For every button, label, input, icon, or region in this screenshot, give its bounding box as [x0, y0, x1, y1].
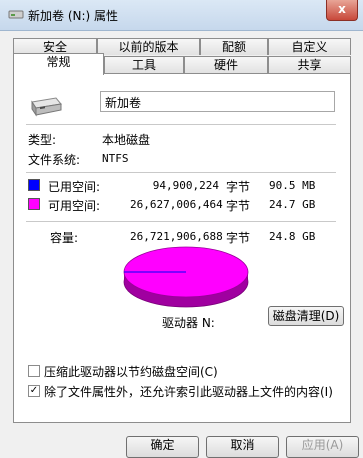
free-space-swatch	[28, 198, 40, 210]
filesystem-label: 文件系统:	[28, 153, 81, 167]
type-label: 类型:	[28, 133, 57, 147]
divider	[26, 221, 336, 222]
compress-label: 压缩此驱动器以节约磁盘空间(C)	[44, 365, 218, 379]
free-space-unit: 字节	[226, 199, 251, 213]
volume-name-input[interactable]: 新加卷	[100, 91, 335, 112]
free-space-bytes: 26,627,006,464	[130, 198, 223, 211]
used-space-swatch	[28, 179, 40, 191]
disk-usage-pie	[123, 246, 249, 308]
index-checkbox[interactable]: ✓	[28, 385, 40, 397]
free-space-human: 24.7 GB	[269, 198, 316, 211]
used-space-human: 90.5 MB	[269, 179, 316, 192]
hard-drive-icon	[31, 97, 62, 117]
used-space-bytes: 94,900,224	[152, 179, 219, 192]
type-value: 本地磁盘	[102, 133, 151, 147]
compress-checkbox[interactable]	[28, 365, 40, 377]
divider	[26, 124, 336, 125]
divider	[26, 172, 336, 173]
used-space-label: 已用空间:	[48, 180, 101, 194]
capacity-unit: 字节	[226, 231, 251, 245]
used-space-unit: 字节	[226, 180, 251, 194]
filesystem-value: NTFS	[102, 152, 129, 165]
capacity-label: 容量:	[50, 231, 79, 245]
disk-cleanup-button[interactable]: 磁盘清理(D)	[268, 306, 344, 326]
index-label: 除了文件属性外，还允许索引此驱动器上文件的内容(I)	[44, 385, 333, 399]
capacity-human: 24.8 GB	[269, 230, 316, 243]
drive-label: 驱动器 N:	[162, 316, 215, 330]
capacity-bytes: 26,721,906,688	[130, 230, 223, 243]
free-space-label: 可用空间:	[48, 199, 101, 213]
